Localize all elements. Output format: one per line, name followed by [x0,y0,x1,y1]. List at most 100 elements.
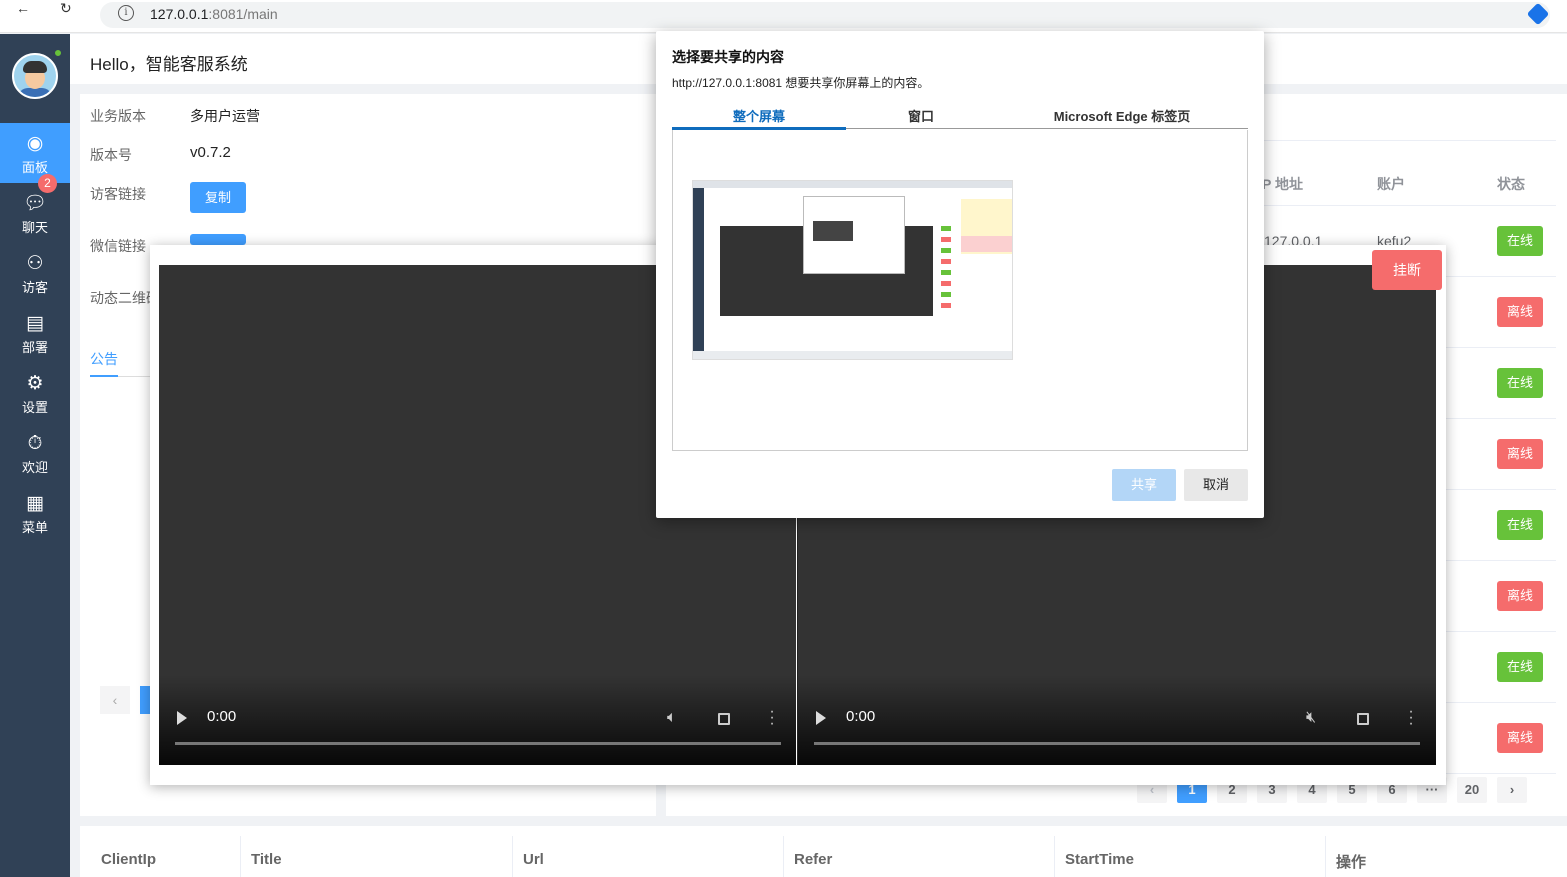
sidebar-item-label: 聊天 [21,220,48,235]
fullscreen-icon[interactable] [718,713,730,725]
cancel-button[interactable]: 取消 [1184,469,1248,501]
sidebar-item-label: 欢迎 [21,460,48,475]
fullscreen-icon[interactable] [1357,713,1369,725]
status-badge[interactable]: 离线 [1497,297,1543,327]
pagination-next-button[interactable]: › [1497,777,1527,803]
status-badge[interactable]: 离线 [1497,581,1543,611]
tab-notice[interactable]: 公告 [90,349,118,369]
copy-visitor-link-button[interactable]: 复制 [190,182,246,213]
row-divider [1264,205,1556,206]
avatar[interactable] [12,53,58,99]
sidebar-item-label: 面板 [21,160,48,175]
column-separator [1054,836,1055,877]
online-status-dot [53,48,63,58]
thumb-dialog-preview [813,221,853,241]
dialog-description: http://127.0.0.1:8081 想要共享你屏幕上的内容。 [672,76,930,90]
sidebar-item-dashboard[interactable]: ◉ 面板 [0,123,70,183]
copy-wechat-link-button[interactable] [190,234,246,245]
version-value: v0.7.2 [190,144,231,161]
user-icon: ⚇ [26,253,44,274]
grid-icon: ▦ [26,493,44,514]
qrcode-label: 动态二维码 [90,290,150,306]
status-badge[interactable]: 在线 [1497,226,1543,256]
sidebar-item-menu[interactable]: ▦ 菜单 [0,483,70,543]
tab-window[interactable]: 窗口 [846,106,996,125]
sidebar-item-label: 访客 [21,280,48,295]
current-page-button[interactable] [140,686,150,714]
prev-page-button[interactable]: ‹ [100,686,130,714]
business-version-label: 业务版本 [90,108,146,124]
tab-entire-screen[interactable]: 整个屏幕 [672,106,846,125]
more-options-icon[interactable]: · · · [769,704,775,732]
status-badge[interactable]: 在线 [1497,510,1543,540]
version-label: 版本号 [90,147,132,163]
address-bar[interactable] [100,2,1550,28]
play-icon[interactable] [177,711,187,725]
column-separator [1325,836,1326,877]
screen-thumbnail[interactable] [692,180,1013,360]
thumb-taskbar [693,351,1012,359]
column-header-actions: 操作 [1336,854,1367,871]
back-icon[interactable]: ← [16,0,30,16]
gear-icon: ⚙ [26,373,44,394]
column-header-title: Title [251,851,282,868]
dialog-title: 选择要共享的内容 [672,49,784,65]
avatar-body [18,88,52,97]
url-path: :8081/main [208,6,278,22]
tab-edge-tabs[interactable]: Microsoft Edge 标签页 [996,106,1248,125]
video-progress-bar[interactable] [814,742,1420,745]
panel-divider [1264,140,1556,141]
share-button[interactable]: 共享 [1112,469,1176,501]
sidebar-item-label: 部署 [21,340,48,355]
column-header-account: 账户 [1377,176,1405,192]
muted-icon[interactable]: 🔇︎ [1306,709,1316,727]
column-header-clientip: ClientIp [101,851,156,868]
thumb-tabbar [693,181,1012,188]
status-badge[interactable]: 在线 [1497,652,1543,682]
tab-divider [118,376,150,377]
column-header-refer: Refer [794,851,833,868]
play-icon[interactable] [816,711,826,725]
reload-icon[interactable]: ↻ [60,0,72,17]
chat-icon: 💬︎ [22,193,48,214]
sidebar-item-label: 设置 [21,400,48,415]
hangup-button[interactable]: 挂断 [1372,250,1442,290]
video-progress-bar[interactable] [175,742,781,745]
tab-active-indicator [90,375,118,377]
document-icon: ▤ [26,313,44,334]
chat-unread-badge: 2 [38,174,57,193]
wechat-link-label: 微信链接 [90,238,146,254]
sidebar-item-deploy[interactable]: ▤ 部署 [0,303,70,363]
more-options-icon[interactable]: · · · [1408,704,1414,732]
avatar-hair [23,61,47,73]
sidebar-item-label: 菜单 [21,520,48,535]
column-separator [240,836,241,877]
status-badge[interactable]: 离线 [1497,439,1543,469]
page-title: Hello，智能客服系统 [90,55,248,74]
thumb-side-highlight [961,236,1012,252]
video-time: 0:00 [207,708,237,725]
video-time: 0:00 [846,708,876,725]
video-controls-gradient [798,675,1436,765]
sidebar-item-settings[interactable]: ⚙ 设置 [0,363,70,423]
dashboard-icon: ◉ [26,133,44,154]
sidebar-item-visitors[interactable]: ⚇ 访客 [0,243,70,303]
info-icon[interactable]: i [118,5,134,21]
sidebar-item-chat[interactable]: 💬︎ 聊天 [0,183,70,243]
volume-icon[interactable]: 🔈︎ [667,709,677,727]
status-badge[interactable]: 在线 [1497,368,1543,398]
column-separator [783,836,784,877]
thumb-status-column [941,226,951,311]
status-badge[interactable]: 离线 [1497,723,1543,753]
column-header-status: 状态 [1497,176,1525,192]
business-version-value: 多用户运营 [190,108,260,124]
column-separator [512,836,513,877]
video-controls-gradient [159,675,796,765]
url-host: 127.0.0.1 [150,6,209,22]
sidebar-item-welcome[interactable]: ⏱ 欢迎 [0,423,70,483]
column-header-ip: P 地址 [1262,176,1303,192]
pagination-page[interactable]: 20 [1457,777,1487,803]
thumb-sidebar [693,188,704,353]
url-text[interactable]: 127.0.0.1:8081/main [150,6,278,22]
column-header-url: Url [523,851,544,868]
